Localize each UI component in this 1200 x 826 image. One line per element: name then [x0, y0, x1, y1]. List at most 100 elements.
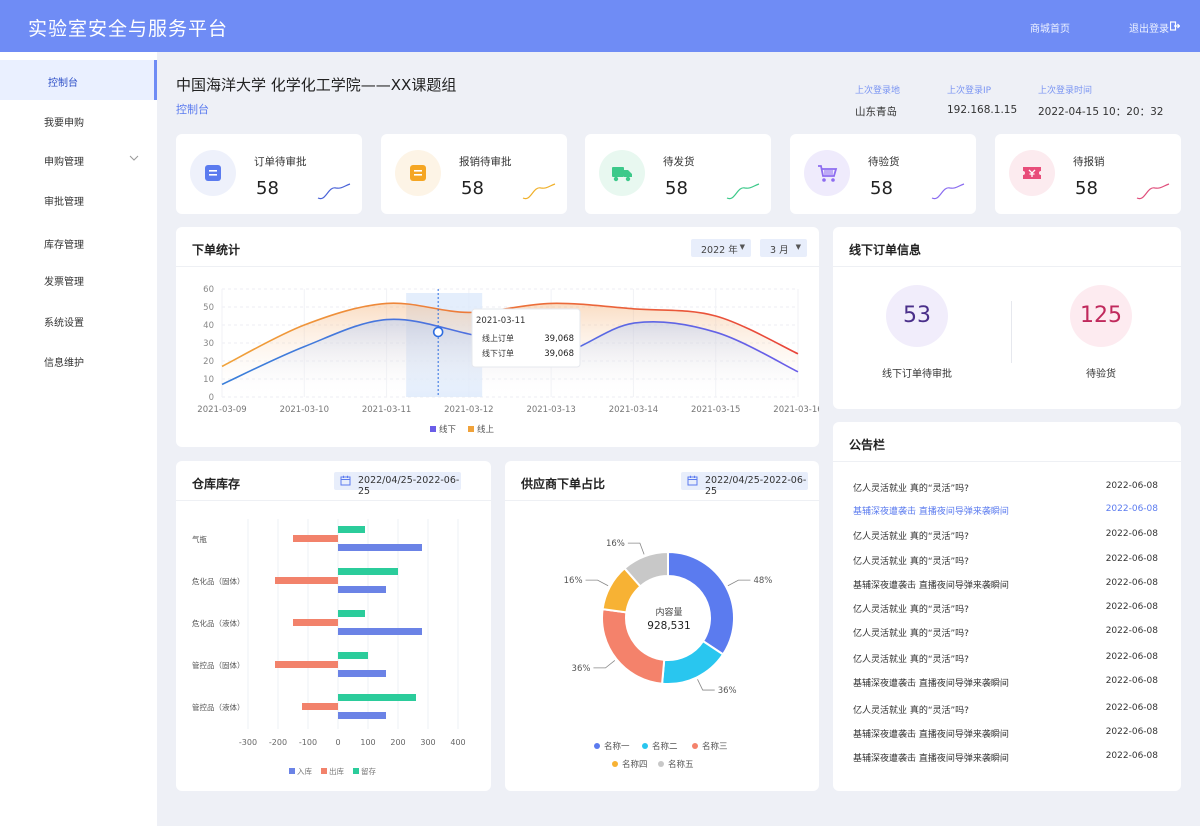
sidebar-item-invoice[interactable]: 发票管理 [0, 259, 157, 299]
notice-item[interactable]: 基辅深夜遭袭击 直播夜间导弹来袭瞬间 2022-06-08 [853, 727, 1158, 743]
stat-card-order-approval[interactable]: 订单待审批 58 [176, 134, 362, 214]
last-login-place: 山东青岛 [855, 106, 897, 118]
sidebar-item-settings[interactable]: 系统设置 [0, 300, 157, 340]
mall-home-link[interactable]: 商城首页 [1030, 20, 1070, 35]
y-tick-label: 0 [209, 393, 214, 403]
stat-value: 58 [1075, 178, 1098, 199]
x-tick-label: 2021-03-13 [526, 405, 575, 415]
notice-item[interactable]: 亿人灵活就业 真的“灵活”吗? 2022-06-08 [853, 703, 1158, 719]
sidebar-item-approval[interactable]: 审批管理 [0, 179, 157, 219]
bar-入库 [338, 712, 386, 719]
bar-留存 [338, 652, 368, 659]
category-label: 危化品（固体） [192, 576, 245, 586]
sparkline [317, 183, 351, 200]
notice-item[interactable]: 基辅深夜遭袭击 直播夜间导弹来袭瞬间 2022-06-08 [853, 504, 1158, 520]
notice-item[interactable]: 亿人灵活就业 真的“灵活”吗? 2022-06-08 [853, 554, 1158, 570]
x-tick-label: 2021-03-14 [609, 405, 658, 415]
bar-留存 [338, 568, 398, 575]
last-login-time: 2022-04-15 10：20：32 [1038, 106, 1164, 118]
legend-label: 线下 [439, 424, 457, 435]
inventory-bar-chart[interactable]: -300 -200 -100 0 100 200 300 400 气瓶危化品（固体） 危化品（液体… [176, 461, 491, 791]
tooltip-row-value: 39,068 [544, 334, 574, 344]
tooltip-row-value: 39,068 [544, 349, 574, 359]
card-header: 线下订单信息 [833, 227, 1181, 267]
notice-date: 2022-06-08 [1105, 626, 1158, 636]
notice-item[interactable]: 亿人灵活就业 真的“灵活”吗? 2022-06-08 [853, 529, 1158, 545]
breadcrumb[interactable]: 控制台 [176, 101, 209, 117]
stat-value: 58 [665, 178, 688, 199]
stat-card-pending-inspection[interactable]: 待验货 58 [790, 134, 976, 214]
notice-item[interactable]: 基辅深夜遭袭击 直播夜间导弹来袭瞬间 2022-06-08 [853, 578, 1158, 594]
stat-label: 待验货 [868, 156, 900, 168]
notice-title: 基辅深夜遭袭击 直播夜间导弹来袭瞬间 [853, 507, 1009, 517]
sidebar-item-label: 库存管理 [44, 240, 84, 251]
sidebar-item-label: 信息维护 [44, 358, 84, 369]
x-tick-label: 0 [335, 738, 340, 747]
bar-入库 [338, 586, 386, 593]
offline-pending-inspection-circle[interactable]: 125 [1070, 285, 1132, 347]
sidebar: 控制台 我要申购 申购管理 审批管理 库存管理 发票管理 系统设置 信息维护 [0, 52, 157, 826]
app-title: 实验室安全与服务平台 [28, 18, 229, 40]
bar-留存 [338, 526, 365, 533]
notice-item[interactable]: 基辅深夜遭袭击 直播夜间导弹来袭瞬间 2022-06-08 [853, 676, 1158, 692]
x-tick-label: 2021-03-16 [773, 405, 819, 415]
notice-date: 2022-06-08 [1105, 602, 1158, 612]
notice-item[interactable]: 亿人灵活就业 真的“灵活”吗? 2022-06-08 [853, 626, 1158, 642]
legend-label: 名称一 [604, 741, 630, 752]
notice-title: 亿人灵活就业 真的“灵活”吗? [853, 629, 969, 639]
bar-出库 [302, 703, 338, 710]
line-chart[interactable]: 0 10 20 30 40 50 60 2021-03-09 2021-03-10 2021-03… [176, 227, 819, 447]
legend-label: 线上 [477, 424, 495, 435]
sparkline [931, 183, 965, 200]
notice-title: 亿人灵活就业 真的“灵活”吗? [853, 655, 969, 665]
y-tick-label: 20 [203, 357, 214, 367]
inventory-card: 仓库库存 2022/04/25-2022-06-25 -300 -200 -100 0… [176, 461, 491, 791]
x-tick-label: 200 [390, 738, 405, 747]
notice-item[interactable]: 亿人灵活就业 真的“灵活”吗? 2022-06-08 [853, 602, 1158, 618]
notice-item[interactable]: 基辅深夜遭袭击 直播夜间导弹来袭瞬间 2022-06-08 [853, 751, 1158, 767]
notice-date: 2022-06-08 [1105, 727, 1158, 737]
stat-card-pending-reimburse[interactable]: 待报销 58 [995, 134, 1181, 214]
card-title: 公告栏 [849, 438, 886, 452]
slice-leader-line [727, 579, 751, 587]
top-bar: 实验室安全与服务平台 商城首页 退出登录 [0, 0, 1200, 52]
chevron-down-icon [129, 155, 139, 161]
donut-center-value: 928,531 [647, 620, 691, 632]
slice-leader-line [593, 660, 616, 669]
x-tick-label: 100 [360, 738, 375, 747]
stat-icon-bg [395, 150, 441, 196]
stat-value: 58 [461, 178, 484, 199]
x-tick-label: 2021-03-11 [362, 405, 411, 415]
stat-value: 58 [256, 178, 279, 199]
sparkline [726, 183, 760, 200]
sidebar-item-inventory[interactable]: 库存管理 [0, 222, 157, 262]
bar-出库 [293, 619, 338, 626]
bar-出库 [275, 577, 338, 584]
truck-icon [612, 167, 632, 182]
stat-card-pending-shipment[interactable]: 待发货 58 [585, 134, 771, 214]
notice-date: 2022-06-08 [1105, 578, 1158, 588]
sidebar-item-dashboard[interactable]: 控制台 [0, 60, 157, 100]
slice-leader-line [585, 579, 609, 587]
card-title: 线下订单信息 [849, 243, 922, 257]
stat-card-reimburse-approval[interactable]: 报销待审批 58 [381, 134, 567, 214]
logout-link[interactable]: 退出登录 [1129, 20, 1169, 35]
sidebar-item-label: 发票管理 [44, 277, 84, 288]
bar-出库 [293, 535, 338, 542]
notice-item[interactable]: 亿人灵活就业 真的“灵活”吗? 2022-06-08 [853, 481, 1158, 497]
logout-icon[interactable] [1170, 21, 1180, 31]
notice-title: 基辅深夜遭袭击 直播夜间导弹来袭瞬间 [853, 730, 1009, 740]
stat-value: 58 [870, 178, 893, 199]
notice-item[interactable]: 亿人灵活就业 真的“灵活”吗? 2022-06-08 [853, 652, 1158, 668]
sidebar-item-info[interactable]: 信息维护 [0, 340, 157, 380]
sidebar-item-purchase-management[interactable]: 申购管理 [0, 139, 157, 179]
x-tick-label: -300 [239, 738, 257, 747]
slice-leader-line [627, 542, 645, 555]
slice-label: 36% [572, 664, 591, 674]
sparkline [1136, 183, 1170, 200]
legend-swatch [468, 426, 474, 432]
sidebar-item-label: 我要申购 [44, 118, 84, 129]
offline-pending-approval-circle[interactable]: 53 [886, 285, 948, 347]
notice-date: 2022-06-08 [1105, 652, 1158, 662]
sidebar-item-purchase[interactable]: 我要申购 [0, 100, 157, 140]
